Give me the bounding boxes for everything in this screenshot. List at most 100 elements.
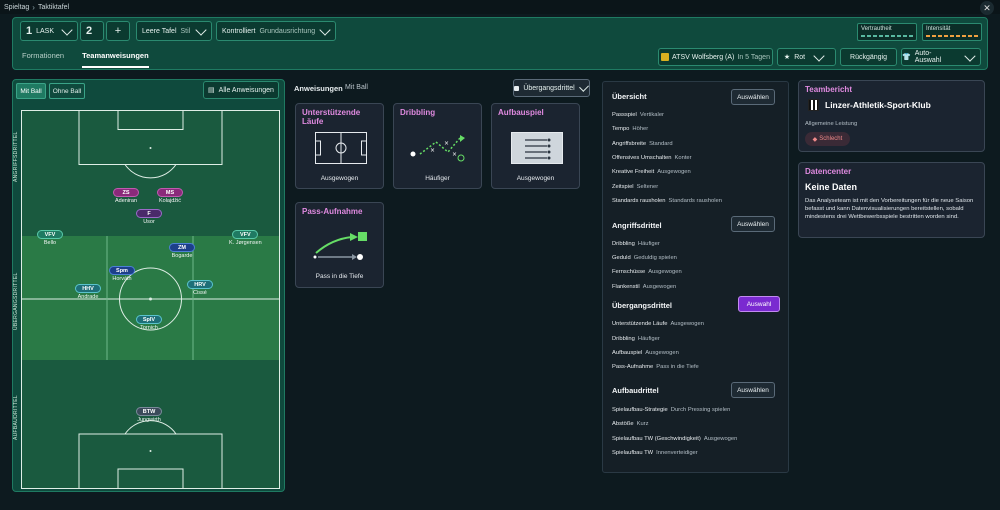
match-time: In 5 Tagen bbox=[737, 53, 770, 61]
player-token[interactable]: VFV K. Jørgensen bbox=[229, 230, 262, 246]
tab-bar: Formationen Teamanweisungen bbox=[22, 51, 149, 68]
card-caption: Ausgewogen bbox=[320, 175, 359, 182]
mini-pitch-icon bbox=[315, 132, 367, 164]
next-match-info[interactable]: ATSV Wolfsberg (A) In 5 Tagen bbox=[658, 48, 773, 66]
zone-select[interactable]: Übergangsdrittel bbox=[513, 79, 590, 97]
list-item: Spielaufbau TW (Geschwindigkeit) Ausgewog… bbox=[612, 436, 738, 442]
close-icon[interactable]: ✕ bbox=[980, 1, 994, 15]
select-button[interactable]: Auswählen bbox=[731, 89, 775, 105]
instructions-title: Anweisungen bbox=[294, 84, 343, 93]
list-item: Pass-Aufnahme Pass in die Tiefe bbox=[612, 364, 699, 370]
player-token[interactable]: SpIV Tornich bbox=[136, 315, 162, 331]
list-item: Kreative Freiheit Ausgewogen bbox=[612, 169, 691, 175]
color-value: Rot bbox=[794, 53, 806, 61]
team-report-card[interactable]: Teambericht Linzer-Athletik-Sport-Klub A… bbox=[798, 80, 985, 152]
breadcrumb-item: Taktiktafel bbox=[37, 4, 70, 11]
card-caption: Pass in die Tiefe bbox=[315, 273, 364, 280]
select-button-active[interactable]: Auswahl bbox=[738, 296, 780, 312]
instruction-card-pass-reception[interactable]: Pass-Aufnahme Pass in die Tiefe bbox=[295, 202, 384, 288]
team-select[interactable]: 1 LASK bbox=[20, 21, 78, 41]
toggle-mit-ball[interactable]: Mit Ball bbox=[16, 83, 46, 99]
player-token[interactable]: MS Kolajdžić bbox=[157, 188, 183, 204]
familiarity-meter[interactable]: Vertrautheit bbox=[857, 23, 917, 41]
list-item: Fernschüsse Ausgewogen bbox=[612, 269, 682, 275]
player-name: Adeniran bbox=[114, 198, 138, 204]
intensity-meter[interactable]: Intensität bbox=[922, 23, 982, 41]
card-caption: Ausgewogen bbox=[516, 175, 555, 182]
player-token[interactable]: HRV Cissé bbox=[187, 280, 213, 296]
list-item: Spielaufbau-Strategie Durch Pressing spie… bbox=[612, 407, 731, 413]
list-item: Abstöße Kurz bbox=[612, 421, 649, 427]
zone-icon bbox=[514, 85, 520, 91]
list-item: Zeitspiel Seltener bbox=[612, 184, 659, 190]
add-tactic-button[interactable]: + bbox=[106, 21, 130, 41]
player-name: Cissé bbox=[193, 290, 207, 296]
select-button[interactable]: Auswählen bbox=[731, 216, 775, 232]
build-up-icon bbox=[511, 132, 563, 164]
player-role-badge: MS bbox=[157, 188, 183, 197]
tab-teamanweisungen[interactable]: Teamanweisungen bbox=[82, 51, 149, 68]
familiarity-bar bbox=[861, 35, 913, 37]
data-center-card[interactable]: Datencenter Keine Daten Das Analyseteam … bbox=[798, 162, 985, 238]
list-item: Standards rausholen Standards rausholen bbox=[612, 198, 722, 204]
card-caption: Häufiger bbox=[425, 175, 450, 182]
color-select[interactable]: ★ Rot bbox=[777, 48, 836, 66]
breadcrumb: Spieltag › Taktiktafel bbox=[4, 3, 69, 12]
chevron-down-icon bbox=[61, 23, 73, 36]
team-report-title: Teambericht bbox=[805, 85, 852, 94]
chevron-down-icon bbox=[578, 81, 589, 92]
player-role-badge: HHV bbox=[75, 284, 101, 293]
chevron-right-icon: › bbox=[32, 3, 35, 12]
instruction-card-supporting-runs[interactable]: Unterstützende Läufe Ausgewogen bbox=[295, 103, 384, 189]
mentality-caption: Grundausrichtung bbox=[259, 27, 316, 35]
list-item: Angriffsbreite Standard bbox=[612, 141, 673, 147]
player-role-badge: VFV bbox=[37, 230, 63, 239]
player-token[interactable]: HHV Andrade bbox=[75, 284, 101, 300]
auto-select-button[interactable]: 👕 Auto-Auswahl bbox=[901, 48, 981, 66]
player-token[interactable]: VFV Bello bbox=[37, 230, 63, 246]
team-label: LASK bbox=[36, 27, 55, 35]
player-role-badge: BTW bbox=[136, 407, 162, 416]
player-token[interactable]: Spm Horváth bbox=[109, 266, 135, 282]
player-role-badge: F bbox=[136, 209, 162, 218]
instructions-subtitle: Mit Ball bbox=[345, 84, 368, 91]
style-value: Leere Tafel bbox=[142, 27, 177, 35]
data-center-title: Datencenter bbox=[805, 167, 852, 176]
list-item: Tempo Höher bbox=[612, 126, 649, 132]
instruction-card-dribbling[interactable]: Dribbling × × × Häufiger bbox=[393, 103, 482, 189]
breadcrumb-item[interactable]: Spieltag bbox=[4, 4, 29, 11]
player-name: Bogarde bbox=[171, 253, 193, 259]
section-title: Übergangsdrittel bbox=[612, 301, 673, 310]
player-role-badge: HRV bbox=[187, 280, 213, 289]
chevron-down-icon bbox=[319, 23, 331, 36]
list-item: Aufbauspiel Ausgewogen bbox=[612, 350, 679, 356]
chevron-down-icon bbox=[813, 49, 825, 62]
instruction-card-build-up[interactable]: Aufbauspiel Ausgewogen bbox=[491, 103, 580, 189]
pitch-lines bbox=[21, 110, 280, 489]
toggle-ohne-ball[interactable]: Ohne Ball bbox=[49, 83, 85, 99]
player-token[interactable]: F Usor bbox=[136, 209, 162, 225]
player-token[interactable]: ZS Adeniran bbox=[113, 188, 139, 204]
opponent-name: ATSV Wolfsberg (A) bbox=[672, 53, 735, 61]
section-title: Angriffsdrittel bbox=[612, 221, 662, 230]
mentality-select[interactable]: Kontrolliert Grundausrichtung bbox=[216, 21, 336, 41]
tactic-slot-2[interactable]: 2 bbox=[80, 21, 104, 41]
player-role-badge: ZM bbox=[169, 243, 195, 252]
list-item: Dribbling Häufiger bbox=[612, 336, 660, 342]
player-name: K. Jørgensen bbox=[229, 240, 262, 246]
select-button[interactable]: Auswählen bbox=[731, 382, 775, 398]
player-token[interactable]: ZM Bogarde bbox=[169, 243, 195, 259]
alert-icon: ◆ bbox=[812, 136, 818, 143]
star-icon: ★ bbox=[783, 54, 791, 61]
player-role-badge: ZS bbox=[113, 188, 139, 197]
all-instructions-button[interactable]: ▤ Alle Anweisungen bbox=[203, 81, 279, 99]
shirt-icon: 👕 bbox=[902, 54, 911, 61]
chevron-down-icon bbox=[195, 23, 207, 36]
tab-formationen[interactable]: Formationen bbox=[22, 51, 64, 68]
style-select[interactable]: Leere Tafel Stil bbox=[136, 21, 212, 41]
player-token[interactable]: BTW Jungwirth bbox=[136, 407, 162, 423]
undo-button[interactable]: Rückgängig bbox=[840, 48, 897, 66]
instruction-overview-panel: Übersicht Auswählen Passspiel Vertikaler … bbox=[602, 81, 789, 473]
player-name: Tornich bbox=[140, 325, 158, 331]
player-name: Kolajdžić bbox=[158, 198, 181, 204]
